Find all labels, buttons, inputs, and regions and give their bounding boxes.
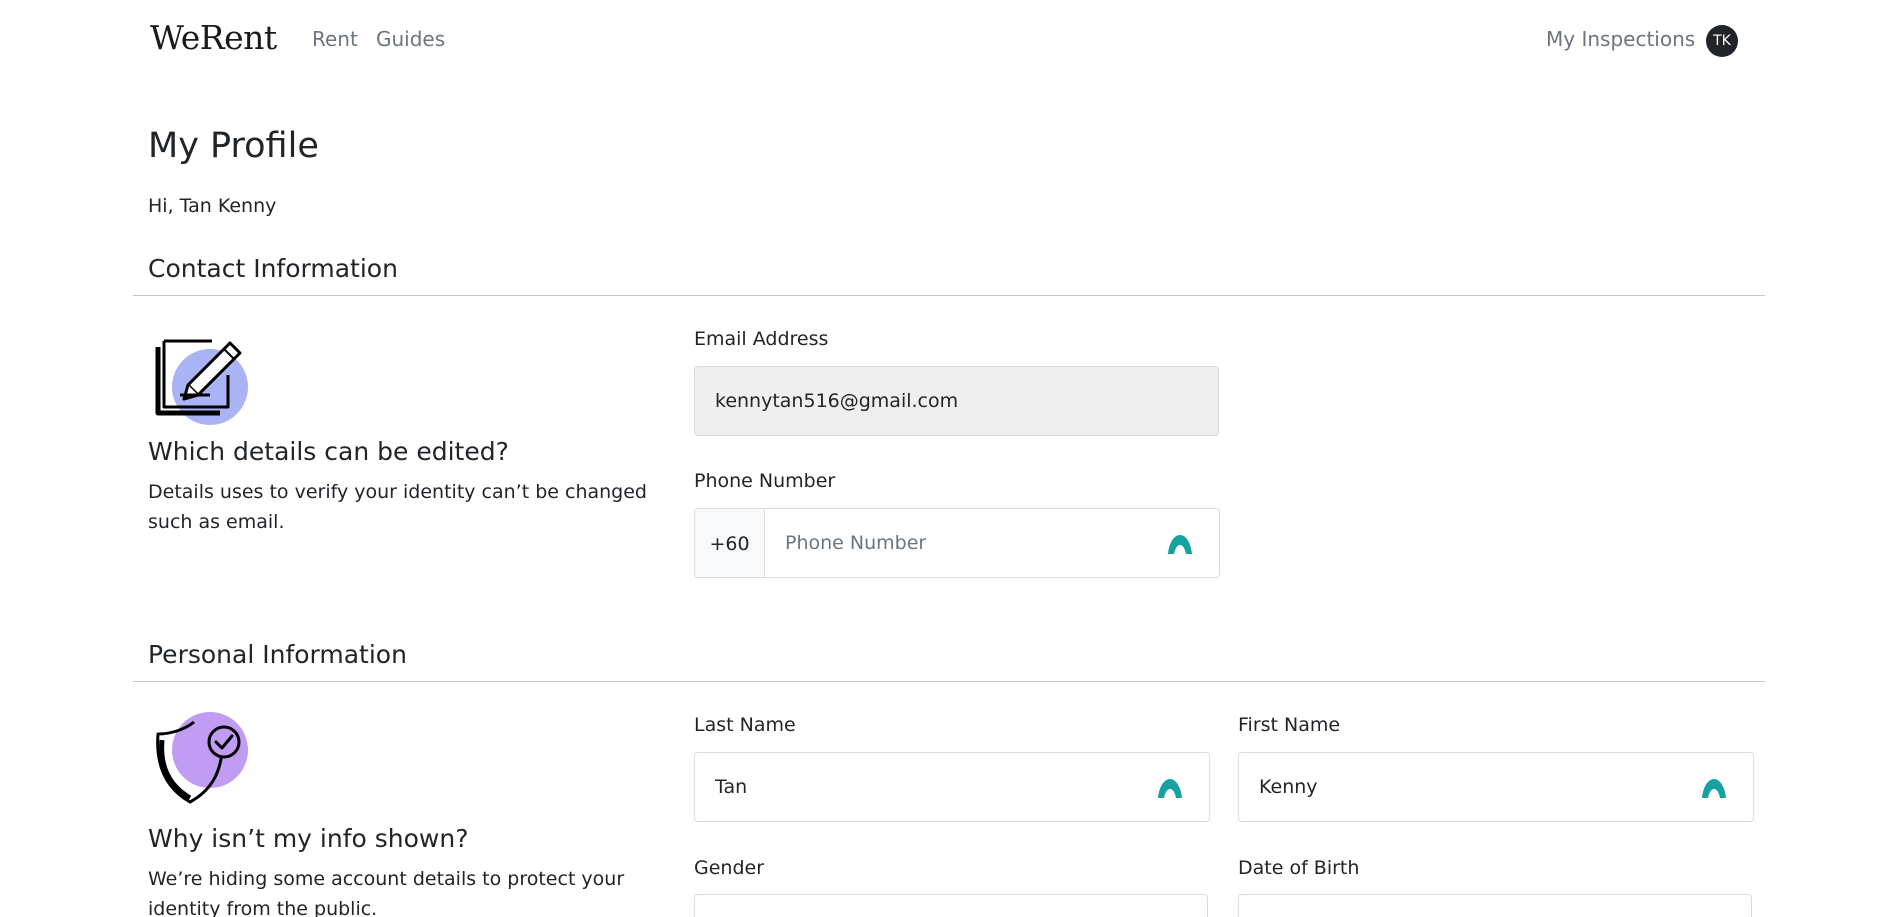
shield-check-icon [150,710,250,810]
autofill-icon[interactable] [1157,777,1183,799]
first-name-field[interactable] [1239,753,1753,821]
nav-link-guides[interactable]: Guides [376,27,445,51]
contact-section-title: Contact Information [148,254,398,283]
dob-label: Date of Birth [1238,857,1360,879]
edit-document-icon [150,335,250,435]
personal-section-divider [133,681,1765,682]
first-name-label: First Name [1238,714,1341,736]
edit-info-text: Details uses to verify your identity can… [148,481,647,533]
phone-field[interactable] [695,509,1219,577]
gender-label: Gender [694,857,765,879]
nav-link-my-inspections[interactable]: My Inspections [1546,27,1695,51]
last-name-label: Last Name [694,714,796,736]
email-label: Email Address [694,328,829,350]
navbar: WeRent Rent Guides My Inspections TK [0,0,1896,80]
personal-section-title: Personal Information [148,640,407,669]
gender-select[interactable] [694,894,1208,917]
autofill-icon[interactable] [1701,777,1727,799]
profile-page: WeRent Rent Guides My Inspections TK My … [0,0,1896,917]
privacy-info-text: We’re hiding some account details to pro… [148,868,625,917]
privacy-info-title: Why isn’t my info shown? [148,824,469,853]
last-name-field[interactable] [695,753,1209,821]
dob-field[interactable] [1238,894,1752,917]
email-field [695,367,1218,435]
edit-info-title: Which details can be edited? [148,437,509,466]
avatar[interactable]: TK [1706,25,1738,57]
contact-section-divider [133,295,1765,296]
brand-logo[interactable]: WeRent [150,18,277,57]
phone-label: Phone Number [694,470,836,492]
autofill-icon[interactable] [1167,533,1193,555]
phone-field-container: +60 [694,508,1220,578]
email-field-container [694,366,1219,436]
page-title: My Profile [148,126,319,166]
first-name-field-container [1238,752,1754,822]
nav-link-rent[interactable]: Rent [312,27,358,51]
last-name-field-container [694,752,1210,822]
greeting-text: Hi, Tan Kenny [148,195,277,217]
